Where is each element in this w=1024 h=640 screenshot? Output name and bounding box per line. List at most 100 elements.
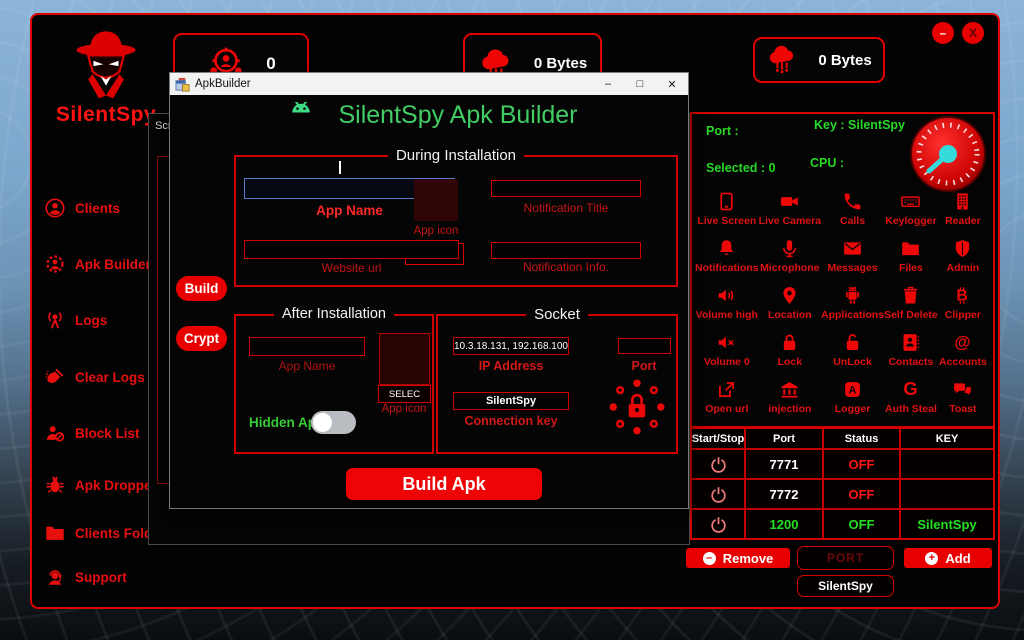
remove-port-button[interactable]: – Remove [686, 548, 790, 568]
feature-lock[interactable]: Lock [759, 326, 821, 373]
build-apk-button[interactable]: Build Apk [346, 468, 542, 500]
location-pin-icon [779, 285, 800, 306]
phone-icon [842, 191, 863, 212]
sidebar-item-support[interactable]: Support [44, 565, 127, 589]
key-input[interactable] [797, 575, 894, 597]
winforms-app-icon [175, 77, 190, 92]
connection-key-label: Connection key [453, 414, 569, 428]
feature-clipper[interactable]: Clipper [938, 280, 988, 327]
feature-applications[interactable]: Applications [821, 280, 884, 327]
notification-title-input[interactable] [491, 180, 641, 197]
cloud-upload-icon [766, 44, 798, 76]
sidebar-item-clear-logs[interactable]: Clear Logs [44, 365, 145, 389]
feature-contacts[interactable]: Contacts [884, 326, 938, 373]
after-app-name-input[interactable] [249, 337, 365, 356]
feature-grid: Live Screen Live Camera Calls Keylogger … [695, 186, 988, 420]
feature-toast[interactable]: Toast [938, 373, 988, 420]
feature-volume-0[interactable]: Volume 0 [695, 326, 759, 373]
builder-window-title: ApkBuilder [195, 78, 592, 90]
sidebar-item-logs[interactable]: Logs [44, 308, 107, 332]
close-button[interactable]: X [962, 22, 984, 44]
sidebar-label: Clients [75, 201, 120, 216]
toggle-knob [313, 413, 332, 432]
after-app-icon-preview [379, 333, 430, 385]
android-icon [842, 285, 863, 306]
feature-injection[interactable]: injection [759, 373, 821, 420]
feature-live-screen[interactable]: Live Screen [695, 186, 759, 233]
logs-icon [44, 309, 66, 331]
sidebar-label: Block List [75, 426, 140, 441]
table-row-power [692, 510, 746, 538]
feature-files[interactable]: Files [884, 233, 938, 280]
support-icon [44, 566, 66, 588]
status-cell: OFF [824, 510, 901, 538]
feature-location[interactable]: Location [759, 280, 821, 327]
col-header: Port [746, 429, 824, 450]
apk-builder-icon [44, 253, 66, 275]
keyboard-icon [900, 191, 921, 212]
feature-admin[interactable]: Admin [938, 233, 988, 280]
builder-body: SilentSpy Apk Builder During Installatio… [170, 95, 688, 508]
block-list-icon [44, 422, 66, 444]
logger-icon [842, 379, 863, 400]
builder-close-button[interactable]: ✕ [656, 73, 688, 95]
builder-maximize-button[interactable]: □ [624, 73, 656, 95]
feature-auth-steal[interactable]: Auth Steal [884, 373, 938, 420]
feature-microphone[interactable]: Microphone [759, 233, 821, 280]
ip-address-input[interactable] [453, 337, 569, 355]
external-link-icon [716, 379, 737, 400]
feature-reader[interactable]: Reader [938, 186, 988, 233]
screen-icon [716, 191, 737, 212]
sidebar-item-clients-folder[interactable]: Clients Folder [44, 521, 165, 545]
feature-self-delete[interactable]: Self Delete [884, 280, 938, 327]
sidebar-label: Logs [75, 313, 107, 328]
feature-live-camera[interactable]: Live Camera [759, 186, 821, 233]
feature-notifications[interactable]: Notifications [695, 233, 759, 280]
close-icon: X [969, 26, 977, 40]
status-cell: OFF [824, 480, 901, 510]
trash-icon [900, 285, 921, 306]
feature-keylogger[interactable]: Keylogger [884, 186, 938, 233]
power-button[interactable] [692, 480, 744, 508]
feature-accounts[interactable]: Accounts [938, 326, 988, 373]
builder-minimize-button[interactable]: – [592, 73, 624, 95]
power-button[interactable] [692, 510, 744, 538]
clients-count: 0 [266, 54, 275, 74]
volume-high-icon [716, 285, 737, 306]
feature-unlock[interactable]: UnLock [821, 326, 884, 373]
notification-info-input[interactable] [491, 242, 641, 259]
hidden-app-toggle[interactable] [311, 411, 356, 434]
socket-port-input[interactable] [618, 338, 671, 354]
sidebar-item-clients[interactable]: Clients [44, 196, 120, 220]
encryption-lock-icon [606, 376, 668, 438]
power-button[interactable] [692, 450, 744, 478]
build-button[interactable]: Build [176, 276, 227, 301]
at-icon [952, 332, 973, 353]
feature-volume-high[interactable]: Volume high [695, 280, 759, 327]
col-header: Status [824, 429, 901, 450]
sidebar-item-block-list[interactable]: Block List [44, 421, 140, 445]
unlock-icon [842, 332, 863, 353]
builder-titlebar[interactable]: ApkBuilder – □ ✕ [170, 73, 688, 95]
add-port-button[interactable]: + Add [904, 548, 992, 568]
port-input[interactable] [797, 546, 894, 570]
feature-logger[interactable]: Logger [821, 373, 884, 420]
bell-icon [716, 238, 737, 259]
table-row-power [692, 480, 746, 510]
sidebar-item-apk-dropper[interactable]: Apk Dropper [44, 473, 157, 497]
port-cell: 7771 [746, 450, 824, 480]
minimize-button[interactable]: – [932, 22, 954, 44]
feature-messages[interactable]: Messages [821, 233, 884, 280]
microphone-icon [779, 238, 800, 259]
bitcoin-icon [952, 285, 973, 306]
crypt-button[interactable]: Crypt [176, 326, 227, 351]
key-info: Key : SilentSpy [814, 118, 905, 132]
key-cell [901, 450, 993, 480]
website-url-input[interactable] [244, 240, 459, 259]
after-select-icon-button[interactable]: SELEC [378, 385, 431, 403]
sidebar-item-apk-builder[interactable]: Apk Builder [44, 252, 151, 276]
feature-calls[interactable]: Calls [821, 186, 884, 233]
feature-open-url[interactable]: Open url [695, 373, 759, 420]
sidebar-label: Apk Dropper [75, 478, 157, 493]
connection-key-input[interactable] [453, 392, 569, 410]
